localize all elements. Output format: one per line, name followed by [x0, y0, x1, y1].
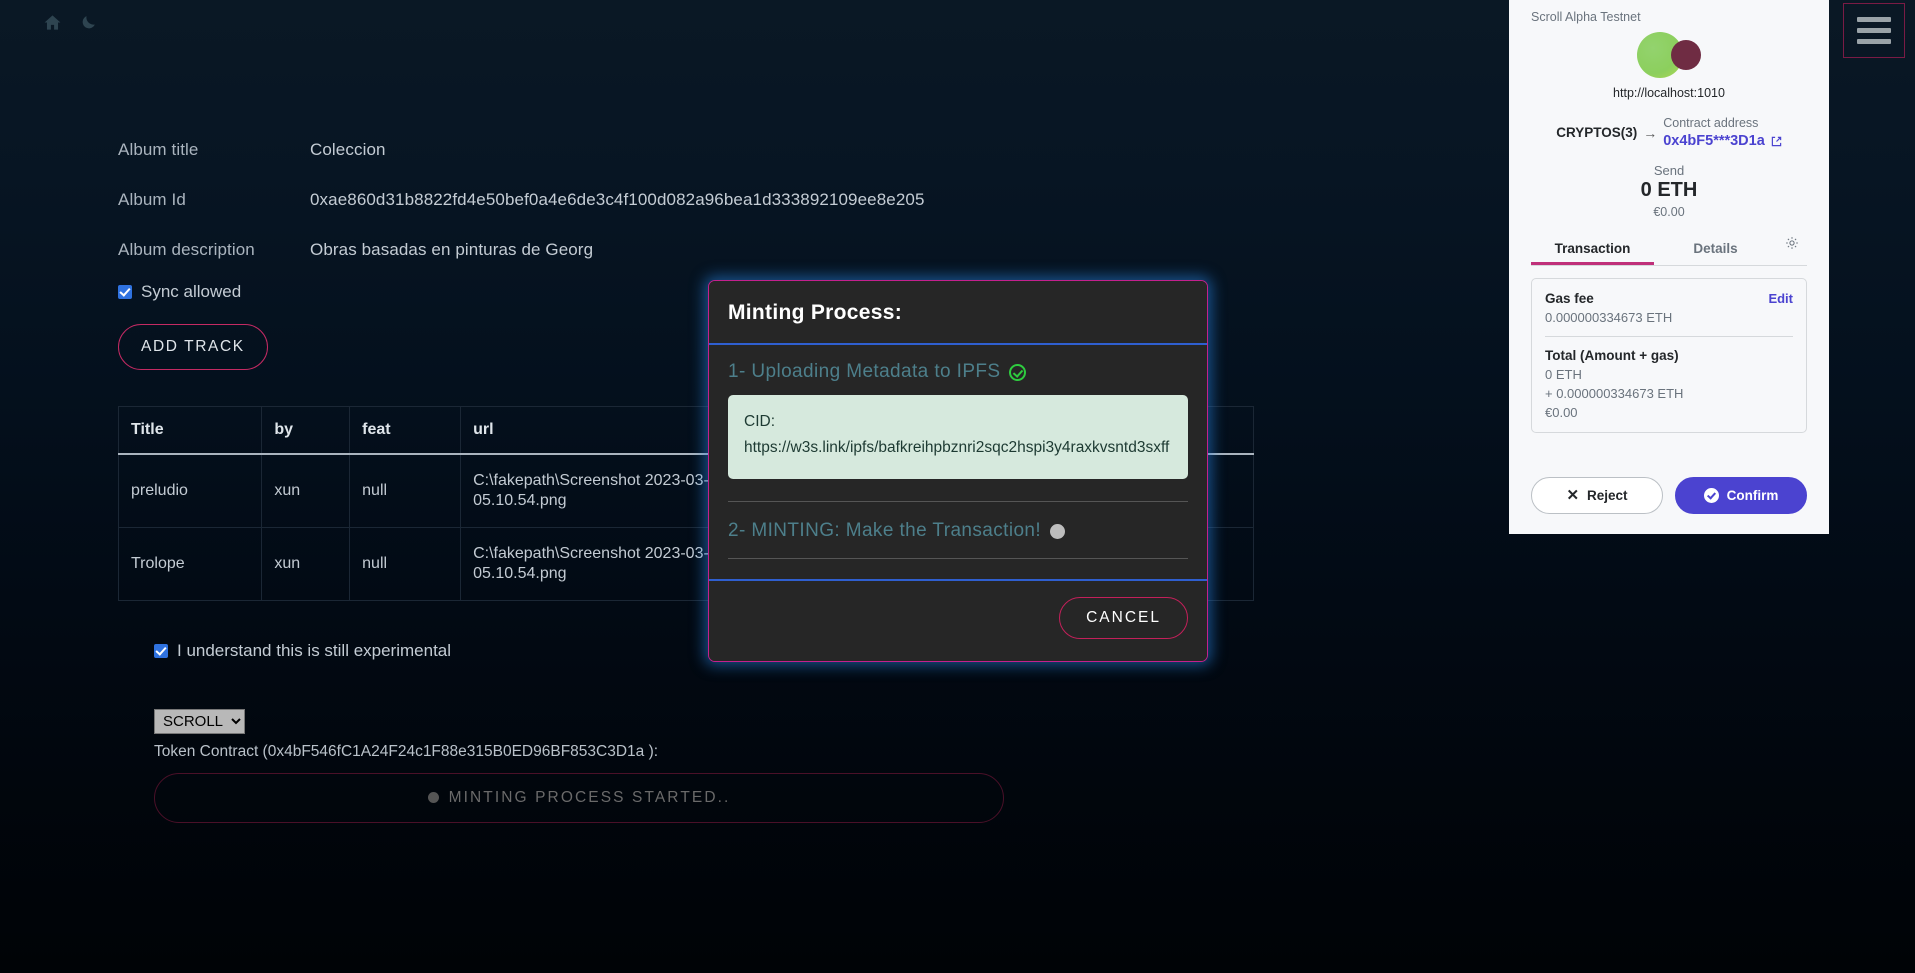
minting-status-button[interactable]: MINTING PROCESS STARTED..: [154, 772, 1004, 823]
tab-transaction[interactable]: Transaction: [1531, 235, 1654, 265]
reject-button[interactable]: ✕ Reject: [1531, 477, 1663, 514]
album-description-value: Obras basadas en pinturas de Georg: [310, 240, 594, 259]
arrow-right-icon: →: [1643, 124, 1658, 141]
album-id-row: Album Id 0xae860d31b8822fd4e50bef0a4e6de…: [118, 190, 1490, 210]
cid-result-box[interactable]: CID: https://w3s.link/ipfs/bafkreihpbznr…: [728, 395, 1188, 479]
metamask-actions: ✕ Reject Confirm: [1531, 459, 1807, 534]
logo-circle-maroon: [1671, 40, 1701, 70]
gear-icon[interactable]: [1777, 236, 1807, 264]
experimental-checkbox[interactable]: [154, 643, 168, 658]
confirm-button[interactable]: Confirm: [1675, 477, 1807, 514]
metamask-tabs: Transaction Details: [1531, 235, 1807, 266]
send-label: Send: [1653, 163, 1685, 178]
metamask-confirmation-panel: Scroll Alpha Testnet http://localhost:10…: [1509, 0, 1829, 534]
contract-address-label: Contract address: [1663, 116, 1759, 130]
modal-title: Minting Process:: [728, 301, 902, 324]
network-select[interactable]: SCROLL: [154, 708, 245, 734]
step-1-label: 1- Uploading Metadata to IPFS: [728, 361, 1001, 382]
total-value: 0 ETH: [1545, 367, 1582, 382]
album-title-row: Album title Coleccion: [118, 140, 1490, 160]
network-name: Scroll Alpha Testnet: [1531, 10, 1641, 24]
spinner-icon: [1050, 523, 1066, 539]
contract-address-value[interactable]: 0x4bF5***3D1a: [1663, 132, 1782, 151]
step-2-label: 2- MINTING: Make the Transaction!: [728, 520, 1042, 541]
cid-url[interactable]: https://w3s.link/ipfs/bafkreihpbznri2sqc…: [744, 435, 1172, 461]
contract-address-text: 0x4bF5***3D1a: [1663, 133, 1765, 149]
sync-allowed-checkbox[interactable]: [118, 285, 132, 299]
check-circle-icon: [1703, 488, 1719, 503]
close-icon: ✕: [1566, 487, 1580, 504]
column-header-title: Title: [117, 406, 263, 455]
modal-footer: CANCEL: [709, 579, 1207, 661]
cell-title: Trolope: [117, 526, 263, 601]
modal-header: Minting Process:: [709, 281, 1207, 345]
album-description-label: Album description: [118, 240, 255, 259]
gas-fee-label: Gas fee: [1545, 291, 1594, 306]
moon-icon[interactable]: [76, 10, 100, 34]
site-logo: [1637, 32, 1701, 78]
home-icon[interactable]: [40, 10, 64, 34]
cell-by: xun: [261, 453, 351, 528]
experimental-label: I understand this is still experimental: [177, 640, 452, 660]
fee-card: Gas fee Edit 0.000000334673 ETH Total (A…: [1531, 278, 1807, 433]
column-header-by: by: [261, 406, 351, 455]
cell-feat: null: [349, 526, 462, 601]
step-1-header: 1- Uploading Metadata to IPFS: [728, 361, 1188, 383]
check-circle-icon: [1009, 363, 1027, 381]
step-2-section: 2- MINTING: Make the Transaction!: [728, 520, 1188, 558]
hamburger-menu-icon[interactable]: [1843, 3, 1905, 58]
origin-url: http://localhost:1010: [1613, 86, 1725, 100]
hamburger-bar: [1857, 17, 1891, 22]
total-fiat-value: €0.00: [1545, 405, 1578, 420]
step-2-header: 2- MINTING: Make the Transaction!: [728, 520, 1188, 542]
confirm-label: Confirm: [1726, 488, 1779, 503]
total-label: Total (Amount + gas): [1545, 348, 1679, 363]
step-divider-bottom: [728, 558, 1188, 559]
album-description-row: Album description Obras basadas en pintu…: [118, 240, 1490, 260]
mint-controls: I understand this is still experimental …: [118, 641, 1490, 823]
gas-fee-row: Gas fee Edit: [1545, 291, 1793, 306]
cell-title: preludio: [117, 453, 263, 528]
tab-details[interactable]: Details: [1654, 235, 1777, 265]
external-link-icon[interactable]: [1771, 136, 1782, 147]
gas-fee-value: 0.000000334673 ETH: [1545, 310, 1673, 325]
column-header-feat: feat: [349, 406, 462, 455]
spinner-icon: [427, 792, 439, 803]
edit-gas-button[interactable]: Edit: [1768, 291, 1793, 306]
modal-body: 1- Uploading Metadata to IPFS CID: https…: [709, 345, 1207, 579]
album-id-value: 0xae860d31b8822fd4e50bef0a4e6de3c4f100d0…: [310, 190, 925, 209]
add-track-button[interactable]: ADD TRACK: [118, 324, 268, 370]
from-account-label: CRYPTOS(3): [1556, 125, 1638, 140]
to-contract: Contract address 0x4bF5***3D1a: [1663, 114, 1782, 151]
cid-label: CID:: [744, 413, 775, 430]
transfer-parties: CRYPTOS(3) → Contract address 0x4bF5***3…: [1531, 114, 1807, 151]
album-title-value: Coleccion: [310, 140, 386, 159]
send-amount: 0 ETH: [1640, 179, 1698, 201]
total-gas-value: + 0.000000334673 ETH: [1545, 386, 1684, 401]
minting-process-modal: Minting Process: 1- Uploading Metadata t…: [708, 280, 1208, 662]
hamburger-bar: [1857, 39, 1891, 44]
hamburger-bar: [1857, 28, 1891, 33]
cancel-button[interactable]: CANCEL: [1059, 597, 1188, 639]
album-id-label: Album Id: [118, 190, 186, 209]
send-fiat-amount: €0.00: [1653, 205, 1685, 219]
sync-allowed-label: Sync allowed: [141, 282, 242, 301]
step-divider-top: [728, 501, 1188, 502]
minting-status-label: MINTING PROCESS STARTED..: [448, 788, 731, 806]
reject-label: Reject: [1587, 488, 1628, 503]
topbar: [40, 10, 100, 34]
cell-by: xun: [261, 526, 351, 601]
fee-divider: [1545, 336, 1793, 337]
token-contract-label: Token Contract (0x4bF546fC1A24F24c1F88e3…: [154, 742, 659, 760]
album-title-label: Album title: [118, 140, 199, 159]
cell-feat: null: [349, 453, 462, 528]
